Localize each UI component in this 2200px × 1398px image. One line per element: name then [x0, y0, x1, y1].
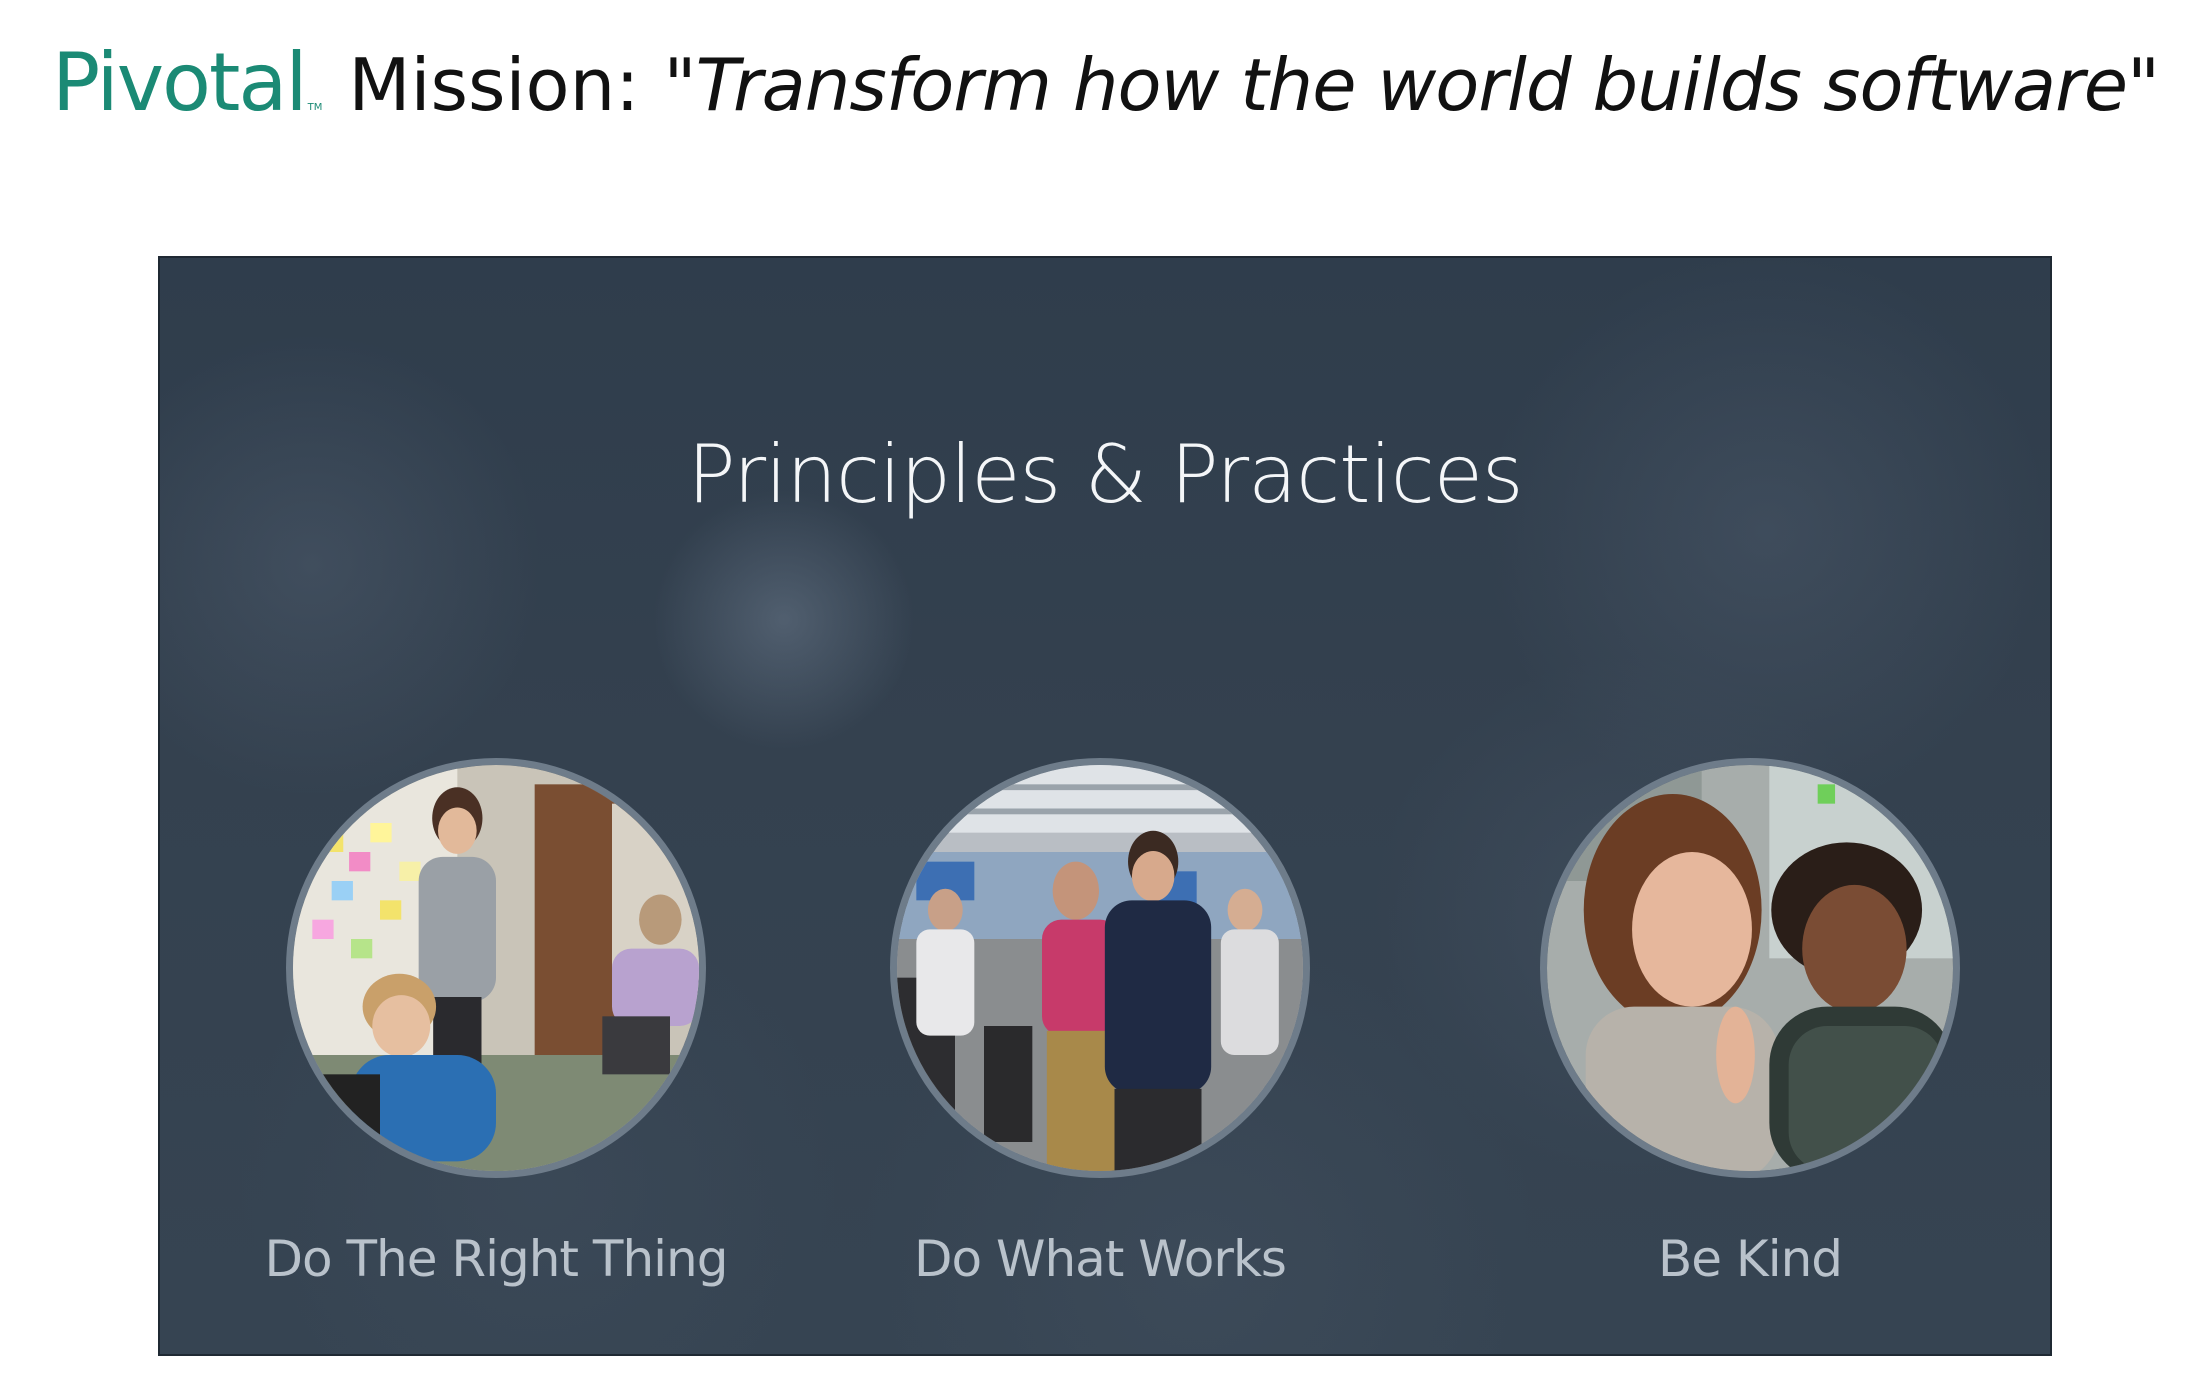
- pivotal-logo: Pivotal: [52, 36, 308, 129]
- office-conversation-photo: [890, 758, 1310, 1178]
- principle-label: Be Kind: [1657, 1230, 1843, 1288]
- principle-label: Do The Right Thing: [264, 1230, 729, 1288]
- principle-do-what-works: Do What Works: [840, 758, 1360, 1288]
- logo-trademark: TM: [307, 102, 323, 113]
- mission-statement: "Transform how the world builds software…: [663, 43, 2160, 127]
- mission-label: Mission:: [348, 43, 640, 127]
- slide-header: Pivotal TM Mission: "Transform how the w…: [52, 28, 2160, 138]
- principles-panel: Principles & Practices Do The Right Thin…: [158, 256, 2052, 1356]
- team-meeting-photo: [286, 758, 706, 1178]
- principle-be-kind: Be Kind: [1490, 758, 2010, 1288]
- principle-do-the-right-thing: Do The Right Thing: [236, 758, 756, 1288]
- panel-title: Principles & Practices: [687, 428, 1523, 521]
- principle-label: Do What Works: [914, 1230, 1287, 1288]
- two-women-smiling-photo: [1540, 758, 1960, 1178]
